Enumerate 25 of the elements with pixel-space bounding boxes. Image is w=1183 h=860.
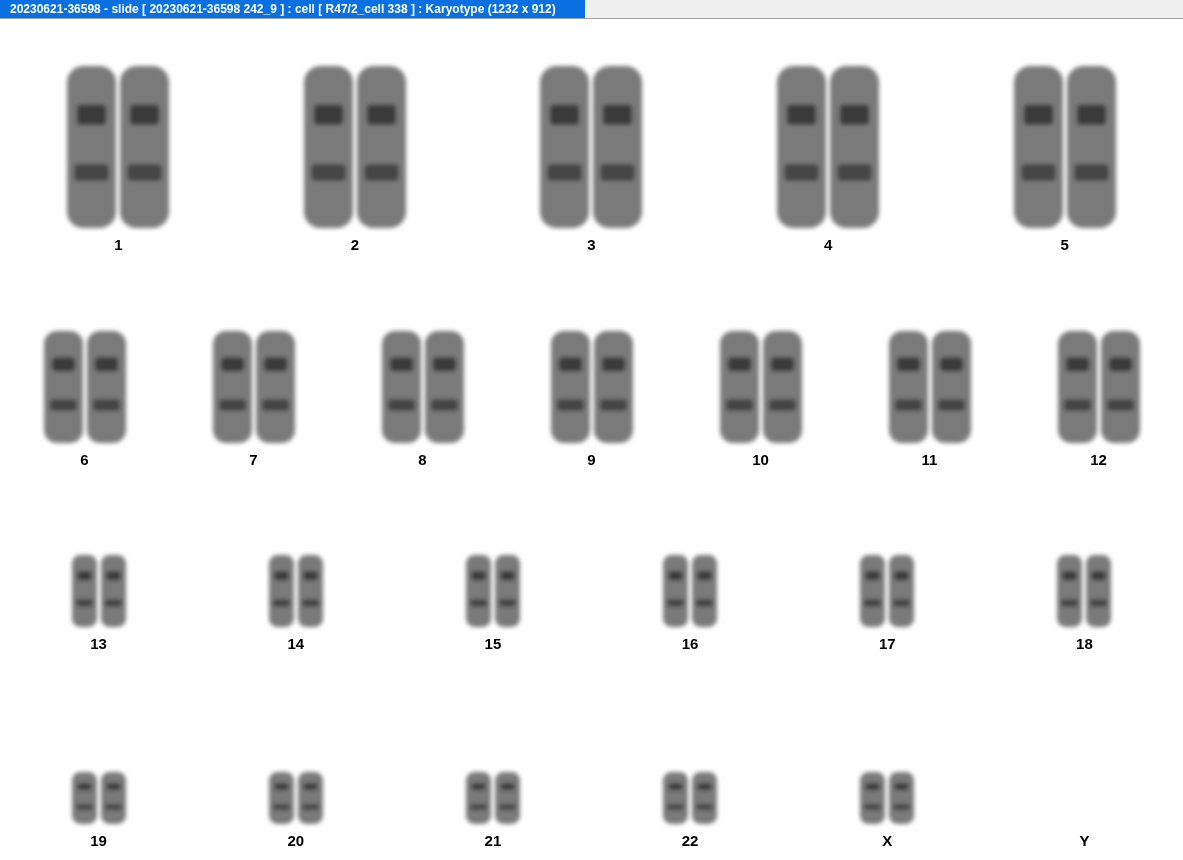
chromosome-label: 22 <box>681 830 699 851</box>
chromosome-label: 20 <box>287 830 305 851</box>
chromosome-label: 2 <box>350 235 360 255</box>
chromosome-label: 5 <box>1060 235 1069 255</box>
chromosome-label: 4 <box>823 235 833 255</box>
chromosome-label: Y <box>1079 830 1090 851</box>
chromosome-label: 21 <box>484 830 502 851</box>
chromosome-label: 9 <box>587 449 596 470</box>
chromosome-label: 7 <box>249 449 258 470</box>
chromosome-label: 3 <box>587 235 596 255</box>
window-title: 20230621-36598 - slide [ 20230621-36598 242_9 ] : cell [ R47/2_cell 338 ] : Karyotype (1232 x 912) <box>0 0 585 18</box>
chromosome-label: 16 <box>681 634 699 654</box>
chromosome-label: 11 <box>921 449 938 470</box>
chromosome-label: 17 <box>878 634 896 654</box>
chromosome-label: 15 <box>484 634 502 654</box>
chromosome-label: 14 <box>287 634 305 654</box>
chromosome-label: 6 <box>80 449 89 470</box>
chromosome-label: 8 <box>418 449 427 470</box>
chromosome-label: 13 <box>90 634 107 654</box>
chromosome-label: 10 <box>752 449 769 470</box>
chromosome-label: X <box>882 830 893 851</box>
chromosome-label: 12 <box>1090 449 1107 470</box>
chromosome-label: 1 <box>114 235 123 255</box>
chromosome-label: 19 <box>90 830 107 851</box>
chromosome-label: 18 <box>1076 634 1093 654</box>
